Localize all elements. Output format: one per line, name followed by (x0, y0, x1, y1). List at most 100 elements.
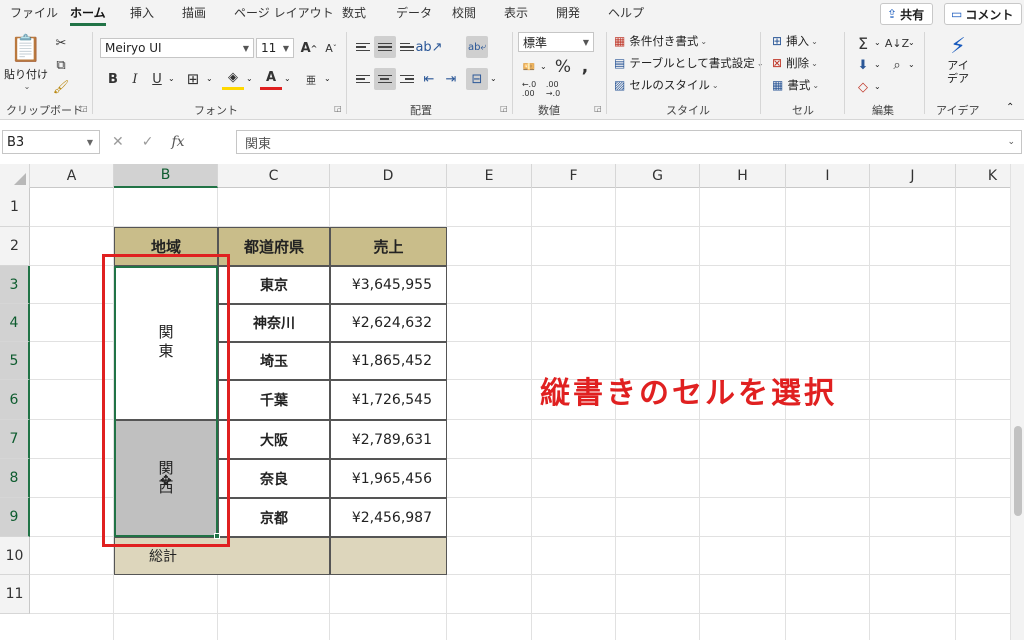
conditional-formatting-button[interactable]: ▦ 条件付き書式 ⌄ (614, 33, 707, 49)
border-icon[interactable]: ⊞ (182, 68, 204, 90)
format-cells-button[interactable]: ▦ 書式 ⌄ (772, 77, 819, 93)
row-header-9[interactable]: 9 (0, 498, 30, 537)
prefecture-cell[interactable]: 大阪 (218, 420, 330, 459)
sales-cell[interactable]: ¥1,865,452 (330, 342, 447, 380)
row-header-3[interactable]: 3 (0, 266, 30, 304)
clear-icon[interactable]: ◇ (852, 76, 874, 98)
table-header-cell[interactable]: 売上 (330, 227, 447, 266)
phonetic-guide-button[interactable]: 亜 (300, 68, 322, 90)
format-as-table-button[interactable]: ▤ テーブルとして書式設定 ⌄ (614, 55, 764, 71)
chevron-down-icon[interactable]: ⌄ (908, 38, 915, 47)
increase-indent-icon[interactable]: ⇥ (440, 68, 462, 90)
tab-home[interactable]: ホーム (70, 4, 106, 26)
total-value-cell[interactable] (330, 537, 447, 575)
shrink-font-button[interactable]: Aˇ (320, 37, 342, 59)
orientation-icon[interactable]: ab↗ (415, 36, 442, 58)
formula-input[interactable]: 関東 ⌄ (236, 130, 1022, 154)
vertical-scrollbar[interactable] (1010, 164, 1024, 640)
tab-developer[interactable]: 開発 (556, 4, 580, 21)
close-icon[interactable]: ✕ (112, 134, 124, 150)
dialog-launcher-icon[interactable]: ◲ (80, 104, 88, 113)
dialog-launcher-icon[interactable]: ◲ (500, 104, 508, 113)
share-button[interactable]: ⇪ 共有 (880, 3, 934, 25)
name-box[interactable]: B3 ▼ (2, 130, 100, 154)
align-middle-icon[interactable] (374, 36, 396, 58)
underline-button[interactable]: U (146, 68, 168, 90)
worksheet-grid[interactable]: ABCDEFGHIJK 1 2 3 4 5 6 7 8 9 10 11 地域 都道府県 売上 関東 関西 東京 ¥… (0, 164, 1024, 640)
chevron-down-icon[interactable]: ⌄ (540, 62, 547, 71)
column-header-b[interactable]: B (114, 164, 218, 188)
paste-button[interactable]: 📋 貼り付け ⌄ (4, 34, 48, 91)
chevron-down-icon[interactable]: ⌄ (324, 74, 331, 83)
wrap-text-icon[interactable]: ab⤶ (466, 36, 488, 58)
column-header-h[interactable]: H (700, 164, 786, 188)
prefecture-cell[interactable]: 神奈川 (218, 304, 330, 342)
insert-cells-button[interactable]: ⊞ 挿入 ⌄ (772, 33, 818, 49)
prefecture-cell[interactable]: 東京 (218, 266, 330, 304)
chevron-down-icon[interactable]: ⌄ (874, 82, 881, 91)
copy-icon[interactable]: ⧉ (50, 54, 72, 76)
cut-icon[interactable]: ✂ (50, 32, 72, 54)
number-format-select[interactable]: 標準 ▼ (518, 32, 594, 52)
increase-decimal-icon[interactable]: ←.0.00 (518, 78, 540, 100)
autosum-button[interactable]: Σ (852, 32, 874, 54)
find-select-icon[interactable]: ⌕ (886, 54, 908, 76)
row-header-7[interactable]: 7 (0, 420, 30, 459)
sales-cell[interactable]: ¥1,726,545 (330, 380, 447, 420)
column-header-g[interactable]: G (616, 164, 700, 188)
fill-icon[interactable]: ⬇ (852, 54, 874, 76)
prefecture-cell[interactable]: 京都 (218, 498, 330, 537)
font-name-select[interactable]: Meiryo UI ▼ (100, 38, 254, 58)
tab-review[interactable]: 校閲 (452, 4, 476, 21)
column-header-j[interactable]: J (870, 164, 956, 188)
row-header-1[interactable]: 1 (0, 188, 30, 227)
row-header-5[interactable]: 5 (0, 342, 30, 380)
prefecture-cell[interactable]: 千葉 (218, 380, 330, 420)
cell-styles-button[interactable]: ▨ セルのスタイル ⌄ (614, 77, 719, 93)
italic-button[interactable]: I (124, 68, 146, 90)
grow-font-button[interactable]: A ^ (298, 37, 320, 59)
column-header-c[interactable]: C (218, 164, 330, 188)
prefecture-cell[interactable]: 埼玉 (218, 342, 330, 380)
font-size-select[interactable]: 11 ▼ (256, 38, 294, 58)
tab-draw[interactable]: 描画 (182, 4, 206, 21)
table-header-cell[interactable]: 都道府県 (218, 227, 330, 266)
column-header-e[interactable]: E (447, 164, 532, 188)
column-header-f[interactable]: F (532, 164, 616, 188)
row-header-11[interactable]: 11 (0, 575, 30, 614)
chevron-down-icon[interactable]: ⌄ (284, 74, 291, 83)
column-header-d[interactable]: D (330, 164, 447, 188)
merge-center-icon[interactable]: ⊟ (466, 68, 488, 90)
sort-filter-icon[interactable]: A↓Z (885, 32, 909, 54)
ideas-button[interactable]: ⚡ アイ デア (940, 34, 976, 85)
chevron-down-icon[interactable]: ⌄ (246, 74, 253, 83)
column-header-i[interactable]: I (786, 164, 870, 188)
align-right-icon[interactable] (396, 68, 418, 90)
comment-button[interactable]: ▭ コメント (944, 3, 1023, 25)
column-header-a[interactable]: A (30, 164, 114, 188)
check-icon[interactable]: ✓ (142, 134, 154, 150)
tab-page-layout[interactable]: ページ レイアウト (234, 4, 334, 21)
insert-function-button[interactable]: fx (171, 134, 184, 150)
chevron-down-icon[interactable]: ⌄ (206, 74, 213, 83)
font-color-icon[interactable]: A (260, 68, 282, 90)
tab-file[interactable]: ファイル (10, 4, 58, 21)
tab-help[interactable]: ヘルプ (608, 4, 644, 21)
chevron-down-icon[interactable]: ⌄ (874, 60, 881, 69)
chevron-down-icon[interactable]: ⌄ (168, 74, 175, 83)
format-painter-icon[interactable]: 🖌 (50, 76, 72, 98)
tab-data[interactable]: データ (396, 4, 432, 21)
align-left-icon[interactable] (352, 68, 374, 90)
scrollbar-thumb[interactable] (1014, 426, 1022, 516)
tab-view[interactable]: 表示 (504, 4, 528, 21)
row-header-4[interactable]: 4 (0, 304, 30, 342)
row-header-2[interactable]: 2 (0, 227, 30, 266)
align-top-icon[interactable] (352, 36, 374, 58)
sales-cell[interactable]: ¥2,789,631 (330, 420, 447, 459)
select-all-button[interactable] (0, 164, 30, 188)
percent-button[interactable]: % (552, 56, 574, 78)
tab-insert[interactable]: 挿入 (130, 4, 154, 21)
fill-color-icon[interactable]: ◈ (222, 68, 244, 90)
sales-cell[interactable]: ¥2,624,632 (330, 304, 447, 342)
chevron-down-icon[interactable]: ⌄ (1007, 137, 1015, 147)
